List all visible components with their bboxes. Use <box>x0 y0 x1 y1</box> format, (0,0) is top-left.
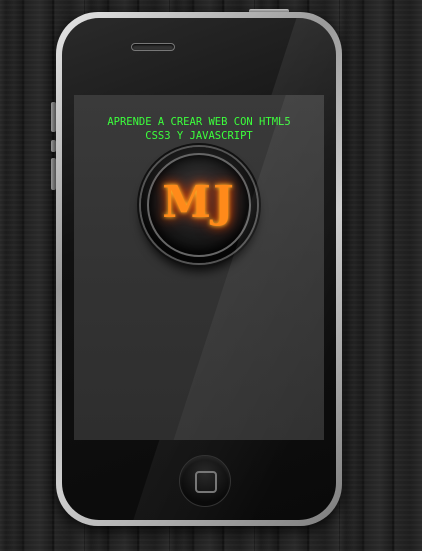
logo-text: MJ <box>162 177 236 228</box>
home-square-icon <box>195 471 217 493</box>
phone-screen[interactable]: APRENDE A CREAR WEB CON HTML5 CSS3 Y JAV… <box>74 95 324 440</box>
speaker-grille <box>131 43 175 51</box>
screen-glare <box>149 95 324 440</box>
home-button[interactable] <box>179 455 231 507</box>
